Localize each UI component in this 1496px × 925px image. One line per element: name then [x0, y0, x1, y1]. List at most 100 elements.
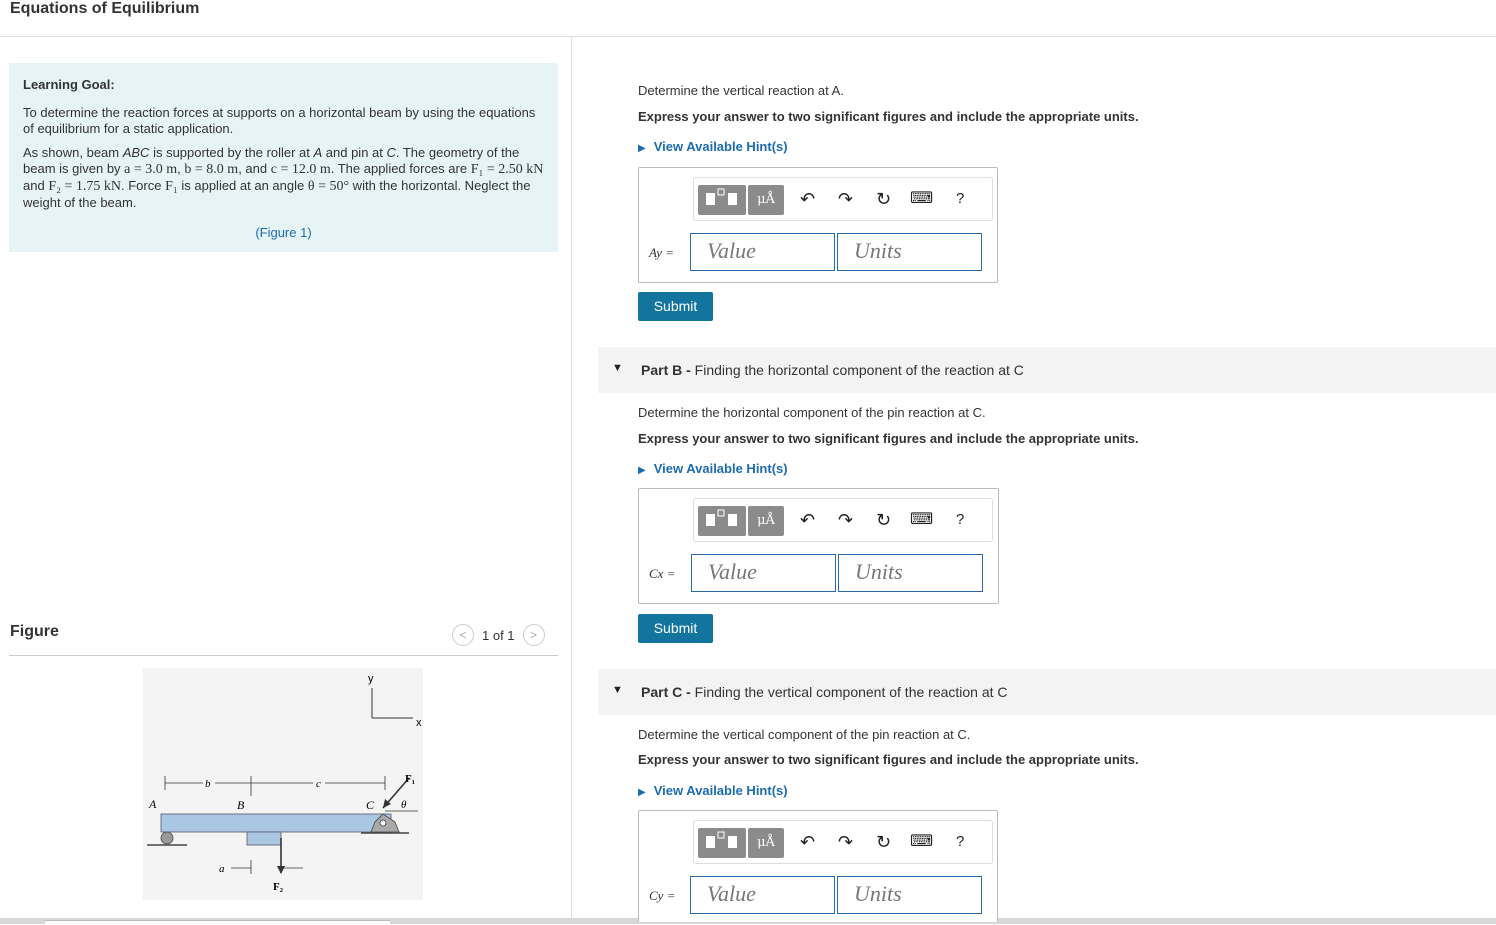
math-toolbar: μÅ ↶ ↷ ↻ ⌨ ?: [693, 820, 993, 864]
force-f2-arrowhead: [277, 866, 285, 874]
beam-diagram: y x b c A B C F₁ θ F₂ a: [143, 668, 423, 900]
keyboard-icon[interactable]: ⌨: [910, 509, 933, 531]
expand-triangle-icon: ▶: [638, 465, 646, 476]
beam: [160, 813, 392, 833]
template-button[interactable]: [698, 828, 746, 858]
part-b-header[interactable]: ▼ Part B - Finding the horizontal compon…: [598, 347, 1496, 393]
dim-a-label: a: [219, 863, 225, 875]
answer-variable-label: Cx =: [649, 566, 676, 581]
submit-button[interactable]: Submit: [638, 292, 713, 321]
part-b-question: Determine the horizontal component of th…: [638, 405, 986, 420]
figure-counter: 1 of 1: [482, 627, 515, 643]
prev-figure-button[interactable]: <: [452, 624, 474, 646]
expand-triangle-icon: ▶: [638, 143, 646, 154]
redo-icon[interactable]: ↷: [838, 188, 853, 210]
part-c-instruction: Express your answer to two significant f…: [638, 752, 1139, 767]
answer-variable-label: Ay =: [649, 245, 675, 260]
stmt-part: . The applied forces are: [330, 161, 471, 176]
theta-label: θ: [401, 799, 407, 811]
undo-icon[interactable]: ↶: [800, 831, 815, 853]
stmt-part: . Force: [121, 178, 166, 193]
scrollbar-thumb[interactable]: [45, 920, 390, 925]
redo-icon[interactable]: ↷: [838, 831, 853, 853]
learning-goal-panel: Learning Goal: To determine the reaction…: [9, 63, 558, 252]
units-input[interactable]: Units: [837, 233, 982, 271]
force-f1-label: F₁: [405, 773, 415, 785]
collapse-triangle-icon: ▼: [612, 684, 623, 696]
part-a-answer-box: μÅ ↶ ↷ ↻ ⌨ ? Ay = Value Units: [638, 167, 998, 283]
reset-icon[interactable]: ↻: [876, 831, 891, 853]
reset-icon[interactable]: ↻: [876, 188, 891, 210]
units-input[interactable]: Units: [838, 554, 983, 592]
value-input[interactable]: Value: [690, 876, 835, 914]
template-button[interactable]: [698, 185, 746, 215]
page-title: Equations of Equilibrium: [10, 0, 200, 17]
expand-triangle-icon: ▶: [638, 787, 646, 798]
units-symbol-button[interactable]: μÅ: [748, 828, 784, 858]
learning-goal-heading: Learning Goal:: [23, 77, 115, 92]
math-toolbar: μÅ ↶ ↷ ↻ ⌨ ?: [693, 498, 993, 542]
template-button[interactable]: [698, 506, 746, 536]
answer-variable-label: Cy =: [649, 888, 676, 903]
undo-icon[interactable]: ↶: [800, 188, 815, 210]
beam-diagram-svg: y x b c A B C F₁ θ F₂ a: [147, 673, 422, 893]
part-b-title: Part B - Finding the horizontal componen…: [641, 362, 1024, 378]
learning-goal-text: To determine the reaction forces at supp…: [23, 105, 536, 136]
reset-icon[interactable]: ↻: [876, 509, 891, 531]
template-icon: [706, 831, 737, 848]
figure-divider: [9, 655, 558, 656]
part-title-text: Finding the vertical component of the re…: [690, 684, 1008, 700]
keyboard-icon[interactable]: ⌨: [910, 831, 933, 853]
part-c-title: Part C - Finding the vertical component …: [641, 684, 1008, 700]
figure-link[interactable]: (Figure 1): [23, 225, 544, 241]
part-a-instruction: Express your answer to two significant f…: [638, 109, 1139, 124]
units-symbol-button[interactable]: μÅ: [748, 185, 784, 215]
part-b-instruction: Express your answer to two significant f…: [638, 431, 1139, 446]
value-input[interactable]: Value: [691, 554, 836, 592]
help-icon[interactable]: ?: [956, 831, 964, 853]
roller-support: [160, 831, 174, 845]
column-divider: [571, 37, 572, 924]
hint-label: View Available Hint(s): [653, 461, 788, 476]
stmt-point-a: A: [313, 145, 323, 160]
part-a-hint-link[interactable]: ▶ View Available Hint(s): [638, 139, 788, 154]
beam-bracket: [246, 831, 282, 846]
part-c-answer-box: μÅ ↶ ↷ ↻ ⌨ ? Cy = Value Units: [638, 810, 998, 922]
part-a-question: Determine the vertical reaction at A.: [638, 83, 844, 98]
stmt-part: is applied at an angle: [177, 178, 308, 193]
problem-statement: As shown, beam ABC is supported by the r…: [23, 145, 544, 211]
units-input[interactable]: Units: [837, 876, 982, 914]
dim-b-label: b: [205, 778, 211, 790]
stmt-a-value: a = 3.0 m: [124, 162, 178, 177]
hint-label: View Available Hint(s): [653, 783, 788, 798]
template-icon: [706, 509, 737, 526]
redo-icon[interactable]: ↷: [838, 509, 853, 531]
value-input[interactable]: Value: [690, 233, 835, 271]
y-axis-label: y: [368, 673, 374, 685]
units-symbol-button[interactable]: μÅ: [748, 506, 784, 536]
stmt-part: and: [23, 178, 49, 193]
part-b-hint-link[interactable]: ▶ View Available Hint(s): [638, 461, 788, 476]
next-figure-button[interactable]: >: [522, 624, 545, 646]
stmt-part: is supported by the roller at: [149, 145, 314, 160]
part-c-header[interactable]: ▼ Part C - Finding the vertical componen…: [598, 669, 1496, 715]
part-label: Part C -: [641, 684, 691, 700]
template-icon: [706, 188, 737, 205]
dim-c-label: c: [316, 778, 321, 790]
collapse-triangle-icon: ▼: [612, 362, 623, 374]
point-c-label: C: [366, 798, 375, 812]
undo-icon[interactable]: ↶: [800, 509, 815, 531]
stmt-b-value: b = 8.0 m: [184, 162, 239, 177]
help-icon[interactable]: ?: [956, 509, 964, 531]
part-c-hint-link[interactable]: ▶ View Available Hint(s): [638, 783, 788, 798]
submit-button[interactable]: Submit: [638, 614, 713, 643]
hint-label: View Available Hint(s): [653, 139, 788, 154]
keyboard-icon[interactable]: ⌨: [910, 188, 933, 210]
stmt-part: and pin at: [322, 145, 387, 160]
help-icon[interactable]: ?: [956, 188, 964, 210]
stmt-beam-name: ABC: [122, 145, 150, 160]
stmt-f2-value: F₂ = 1.75 kN: [48, 179, 121, 194]
stmt-point-c: C: [386, 145, 396, 160]
point-b-label: B: [237, 798, 245, 812]
title-divider: [0, 36, 1496, 37]
